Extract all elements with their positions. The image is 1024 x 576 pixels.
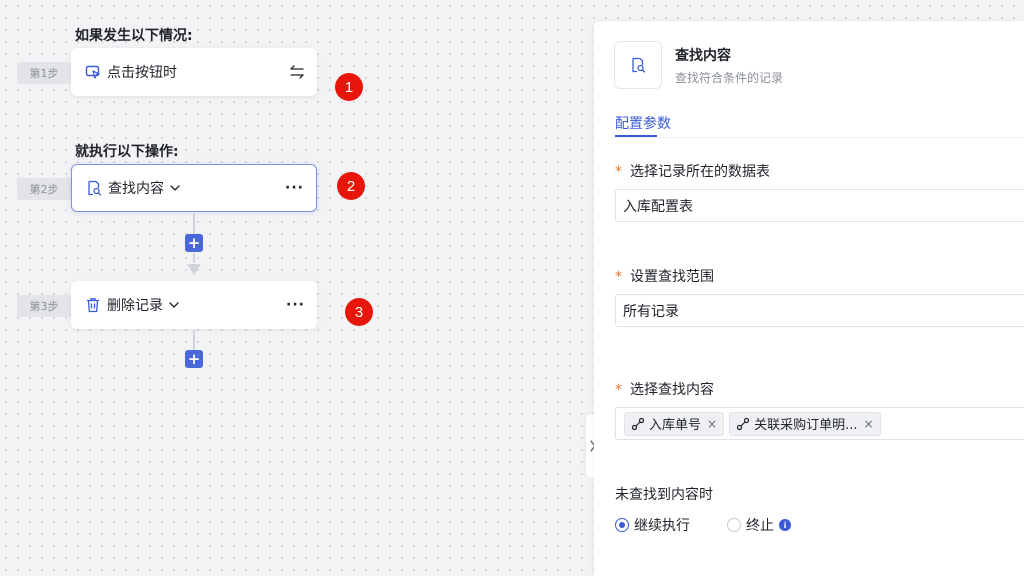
radio-terminate-label[interactable]: 终止: [746, 515, 774, 535]
panel-subtitle: 查找符合条件的记录: [675, 71, 784, 85]
remove-tag-icon[interactable]: ×: [707, 417, 717, 431]
link-field-icon: [631, 417, 645, 431]
swap-icon[interactable]: [289, 65, 305, 79]
delete-record-card[interactable]: 删除记录 ···: [71, 281, 317, 329]
add-step-button[interactable]: +: [185, 234, 203, 252]
annotation-badge-3: 3: [345, 298, 373, 326]
chevron-down-icon[interactable]: [168, 181, 182, 195]
connector-line: [193, 213, 195, 235]
find-record-icon: [86, 180, 102, 196]
required-mark: *: [615, 382, 622, 398]
table-select[interactable]: 入库配置表: [615, 189, 1024, 222]
not-found-radio-group: 继续执行 终止 i: [615, 515, 791, 535]
cursor-click-icon: [85, 64, 101, 80]
content-tag-label: 关联采购订单明...: [754, 418, 858, 433]
info-icon[interactable]: i: [779, 519, 791, 531]
range-select[interactable]: 所有记录: [615, 294, 1024, 327]
find-content-card[interactable]: 查找内容 ···: [71, 164, 317, 212]
chevron-down-icon[interactable]: [167, 298, 181, 312]
action-heading: 就执行以下操作:: [75, 144, 179, 160]
add-step-button[interactable]: +: [185, 350, 203, 368]
find-record-icon: [632, 57, 646, 73]
find-content-label: 查找内容: [108, 181, 164, 197]
range-field-label: * 设置查找范围: [615, 266, 714, 286]
tab-divider: [615, 137, 1024, 138]
required-mark: *: [615, 164, 622, 180]
content-field-label: * 选择查找内容: [615, 379, 714, 399]
link-field-icon: [736, 417, 750, 431]
trigger-heading: 如果发生以下情况:: [75, 28, 193, 44]
trigger-card[interactable]: 点击按钮时: [71, 48, 317, 96]
content-multi-select[interactable]: 入库单号 × 关联采购订单明... ×: [615, 407, 1024, 440]
table-field-label-text: 选择记录所在的数据表: [630, 164, 770, 180]
remove-tag-icon[interactable]: ×: [863, 417, 873, 431]
more-menu-button[interactable]: ···: [285, 180, 304, 196]
content-tag: 入库单号 ×: [624, 411, 725, 436]
connector-line: [193, 330, 195, 351]
tab-config-params[interactable]: 配置参数: [615, 113, 671, 133]
more-menu-button[interactable]: ···: [286, 297, 305, 313]
panel-icon-box: [614, 41, 662, 89]
content-tag-label: 入库单号: [649, 418, 702, 433]
step-tag-2: 第2步: [17, 178, 71, 200]
arrow-down-icon: [187, 262, 201, 280]
config-panel: 查找内容 查找符合条件的记录 配置参数 * 选择记录所在的数据表 入库配置表 * 设…: [594, 21, 1024, 576]
content-field-label-text: 选择查找内容: [630, 382, 714, 398]
annotation-badge-1: 1: [335, 73, 363, 101]
radio-terminate[interactable]: [727, 518, 741, 532]
required-mark: *: [615, 269, 622, 285]
panel-title: 查找内容: [675, 48, 731, 64]
step-tag-1: 第1步: [17, 62, 71, 84]
not-found-label: 未查找到内容时: [615, 487, 713, 503]
delete-record-label: 删除记录: [107, 298, 163, 314]
radio-continue[interactable]: [615, 518, 629, 532]
content-tag: 关联采购订单明... ×: [729, 411, 881, 436]
radio-continue-label[interactable]: 继续执行: [634, 515, 690, 535]
trash-icon: [85, 297, 101, 313]
range-field-label-text: 设置查找范围: [630, 269, 714, 285]
step-tag-3: 第3步: [17, 295, 71, 317]
annotation-badge-2: 2: [337, 172, 365, 200]
trigger-label: 点击按钮时: [107, 65, 177, 81]
table-field-label: * 选择记录所在的数据表: [615, 161, 770, 181]
